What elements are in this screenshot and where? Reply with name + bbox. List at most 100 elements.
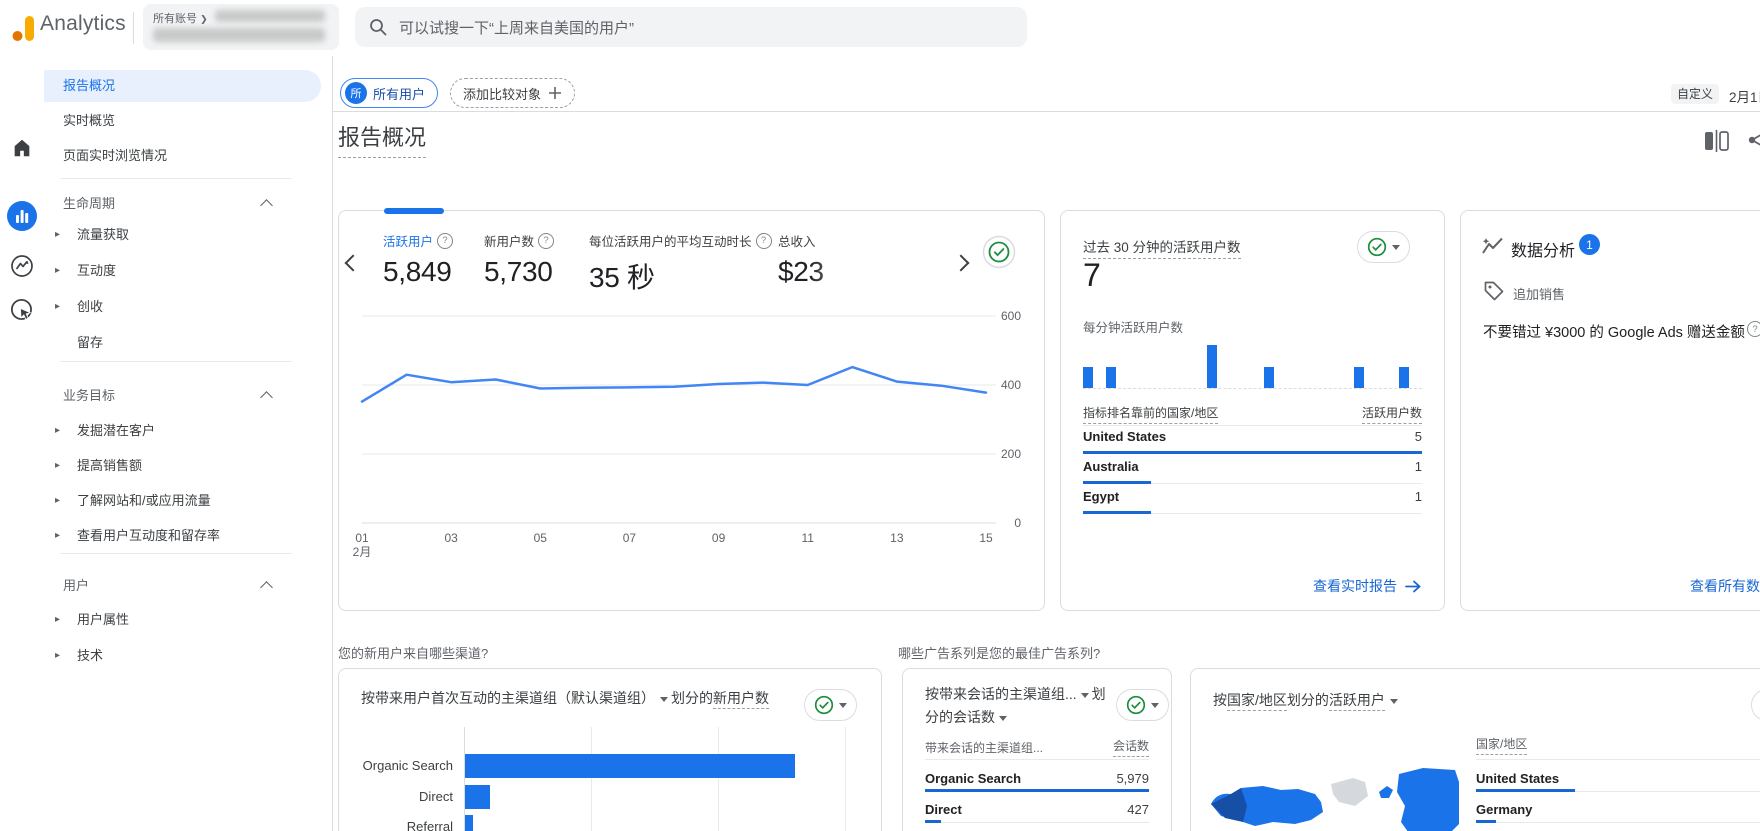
sidebar-section-title[interactable]: 用户 (44, 570, 321, 602)
sessions-table: Organic Search5,979Direct427 (925, 765, 1149, 831)
metrics-next-button[interactable] (953, 255, 970, 272)
insights-message[interactable]: 不要错过 ¥3000 的 Google Ads 赠送金额 (1483, 321, 1745, 342)
realtime-value: 7 (1083, 257, 1101, 294)
search-input[interactable] (397, 7, 1001, 49)
metric-value: 5,730 (484, 256, 553, 288)
help-icon[interactable]: ? (538, 233, 554, 249)
svg-text:09: 09 (712, 531, 726, 545)
minute-bar (1207, 345, 1217, 388)
map-country-bar (1476, 820, 1496, 823)
sessions-col-left: 带来会话的主渠道组... (925, 739, 1043, 756)
sidebar-item-用户属性[interactable]: ▸用户属性 (44, 604, 335, 636)
help-icon[interactable]: ? (1747, 321, 1760, 337)
title-mid: 划分的 (671, 690, 713, 706)
explore-icon[interactable] (0, 246, 44, 286)
metric-tab-3[interactable]: 每位活跃用户的平均互动时长? (589, 231, 772, 250)
title-pre: 按 (361, 690, 375, 706)
channels-quality-dropdown[interactable] (804, 689, 857, 721)
country-name: United States (1083, 429, 1166, 444)
svg-text:05: 05 (534, 531, 548, 545)
search-icon (369, 18, 387, 36)
view-all-insights-link[interactable]: 查看所有数 (1690, 576, 1760, 596)
metric-tab-2[interactable]: 新用户数? (484, 231, 554, 250)
breadcrumb-separator-icon: ❯ (200, 14, 208, 24)
question-new-users: 您的新用户来自哪些渠道? (338, 643, 488, 662)
channels-card-title[interactable]: 按带来用户首次互动的主渠道组（默认渠道组） 划分的新用户数 (361, 687, 791, 710)
sidebar-item-2[interactable]: 实时概览 (44, 105, 321, 137)
svg-text:13: 13 (890, 531, 904, 545)
title-pre: 按 (1213, 692, 1227, 708)
expand-arrow-icon: ▸ (55, 604, 60, 636)
insights-title: 数据分析 (1511, 237, 1575, 261)
expand-arrow-icon: ▸ (55, 520, 60, 552)
title-metric: 新用户数 (713, 690, 769, 709)
comparison-panel-icon[interactable] (1702, 129, 1730, 153)
session-channel-name: Organic Search (925, 771, 1021, 786)
chevron-down-icon (660, 697, 668, 702)
sidebar-item-1[interactable]: 报告概况 (44, 70, 321, 102)
channel-bar (465, 754, 795, 778)
insights-card: 数据分析 1 追加销售 不要错过 ¥3000 的 Google Ads 赠送金额… (1460, 210, 1760, 611)
tag-icon (1483, 280, 1505, 302)
svg-text:07: 07 (623, 531, 637, 545)
chevron-down-icon (1151, 703, 1159, 708)
channel-bar (465, 815, 473, 831)
country-value: 1 (1415, 459, 1422, 474)
home-icon[interactable] (0, 128, 44, 168)
chevron-up-icon (260, 581, 273, 594)
sidebar-section-title[interactable]: 生命周期 (44, 188, 321, 220)
sidebar-item-提高销售额[interactable]: ▸提高销售额 (44, 450, 335, 482)
sidebar-item-查看用户互动度和留存率[interactable]: ▸查看用户互动度和留存率 (44, 520, 335, 552)
map-card-title[interactable]: 按国家/地区划分的活跃用户 (1213, 689, 1398, 712)
map-quality-dropdown[interactable] (1751, 689, 1760, 721)
realtime-country-header: 指标排名靠前的国家/地区 (1083, 404, 1218, 424)
help-icon[interactable]: ? (756, 233, 772, 249)
add-comparison-chip[interactable]: 添加比较对象 (450, 78, 575, 108)
toolbar-divider (333, 111, 1760, 112)
view-realtime-link[interactable]: 查看实时报告 (1313, 576, 1422, 596)
account-switcher[interactable]: 所有账号 ❯ (143, 4, 339, 50)
realtime-users-header: 活跃用户数 (1362, 404, 1422, 424)
sidebar-item-发掘潜在客户[interactable]: ▸发掘潜在客户 (44, 415, 335, 447)
sidebar-item-技术[interactable]: ▸技术 (44, 640, 335, 672)
channel-bar (465, 785, 490, 809)
page-title: 报告概况 (338, 120, 426, 158)
date-range-picker[interactable]: 2月1日 - 2025 (1729, 86, 1760, 106)
title-dimension: 带来用户首次互动的主渠道组（默认渠道组） (375, 690, 655, 706)
share-icon[interactable] (1747, 128, 1760, 152)
sidebar-item-流量获取[interactable]: ▸流量获取 (44, 219, 335, 251)
expand-arrow-icon: ▸ (55, 415, 60, 447)
title-metric: 会话数 (953, 709, 995, 725)
help-icon[interactable]: ? (437, 233, 453, 249)
country-value: 1 (1415, 489, 1422, 504)
sidebar-item-label: 留存 (77, 335, 103, 350)
sidebar-item-留存[interactable]: 留存 (44, 327, 335, 359)
metric-value: 35 秒 (589, 256, 655, 296)
sidebar-item-了解网站和/或应用流量[interactable]: ▸了解网站和/或应用流量 (44, 485, 335, 517)
metric-tab-1[interactable]: 活跃用户? (383, 231, 453, 250)
chevron-down-icon (1390, 699, 1398, 704)
sidebar-section-divider (60, 361, 292, 362)
metrics-prev-button[interactable] (345, 255, 362, 272)
minute-bar (1264, 367, 1274, 388)
chevron-up-icon (260, 199, 273, 212)
per-minute-label: 每分钟活跃用户数 (1083, 317, 1183, 336)
sidebar-divider (332, 56, 333, 831)
metric-value: 5,849 (383, 256, 452, 288)
sidebar-item-label: 技术 (77, 648, 103, 663)
active-users-line-chart: 6004002000012月03050709111315 (339, 306, 1044, 561)
sidebar-section-title[interactable]: 业务目标 (44, 380, 321, 412)
audience-chip-all-users[interactable]: 所 所有用户 (340, 78, 438, 108)
advertising-icon[interactable] (0, 290, 44, 330)
data-quality-check-icon[interactable] (982, 235, 1016, 269)
map-country-name: United States (1476, 771, 1559, 786)
sessions-card-title[interactable]: 按带来会话的主渠道组...划分的会话数 (925, 683, 1115, 729)
realtime-quality-dropdown[interactable] (1357, 231, 1410, 263)
sidebar-item-3[interactable]: 页面实时浏览情况 (44, 140, 321, 172)
add-comparison-label: 添加比较对象 (463, 84, 541, 103)
sessions-quality-dropdown[interactable] (1116, 689, 1169, 721)
sidebar-item-创收[interactable]: ▸创收 (44, 291, 335, 323)
property-name-redacted (153, 28, 325, 42)
sidebar-item-互动度[interactable]: ▸互动度 (44, 255, 335, 287)
reports-icon[interactable] (0, 196, 44, 236)
